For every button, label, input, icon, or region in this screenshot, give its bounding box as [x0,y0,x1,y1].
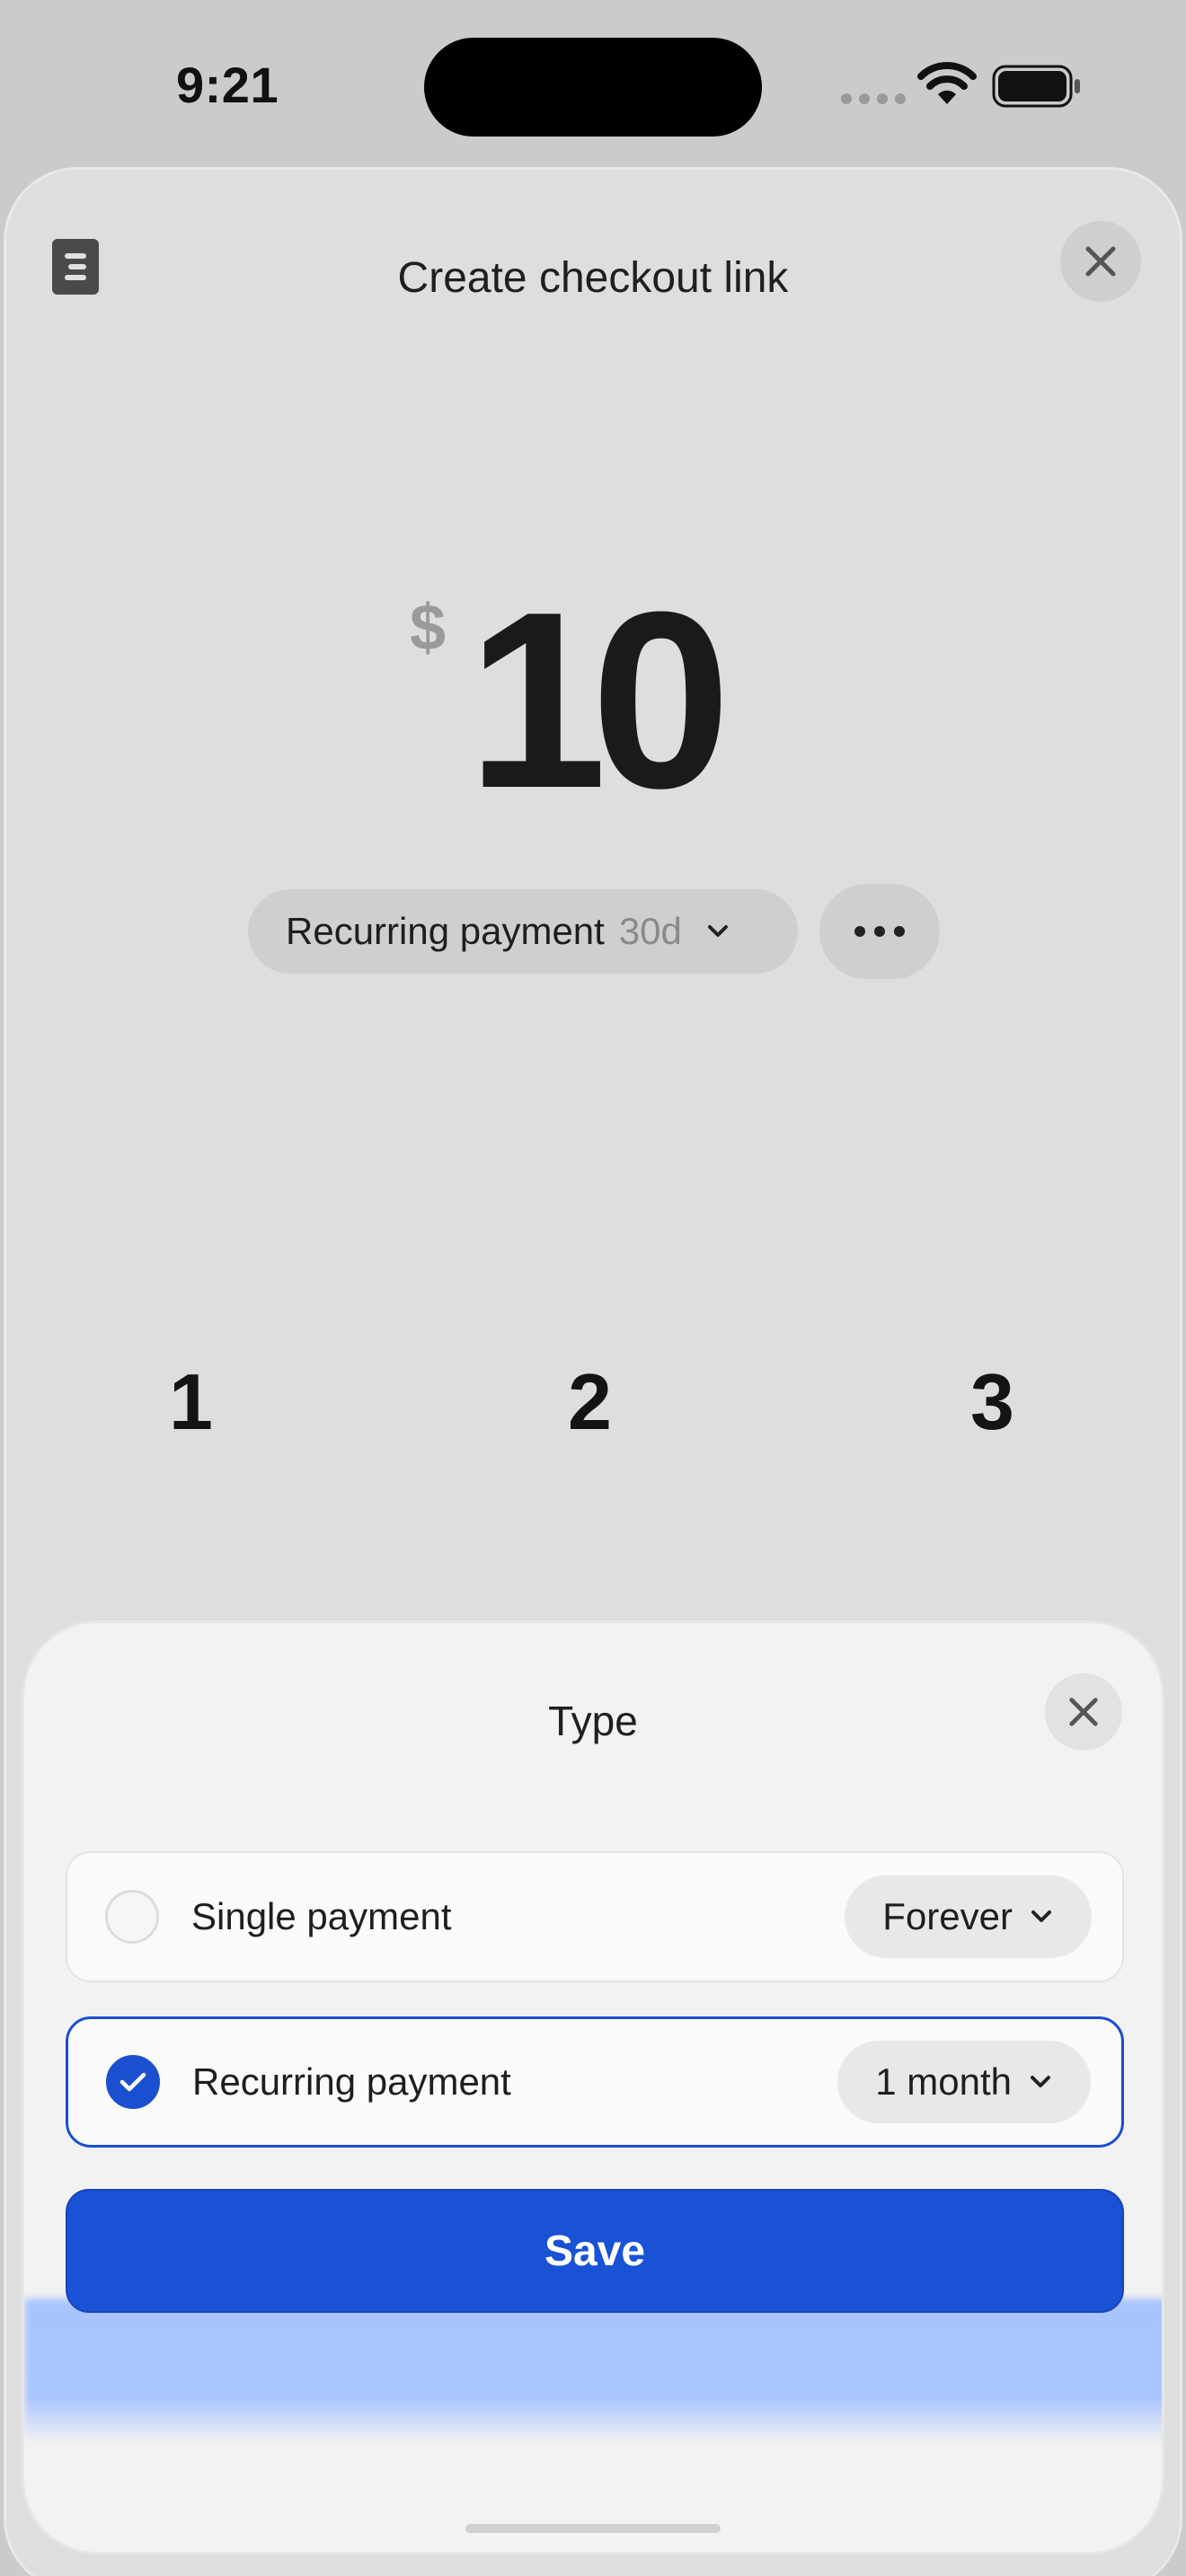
duration-value: 1 month [875,2060,1012,2103]
home-indicator[interactable] [465,2524,721,2533]
modal-close-button[interactable] [1045,1673,1122,1751]
page-title: Create checkout link [397,254,789,302]
more-options-button[interactable] [819,884,940,979]
keypad-key-3[interactable]: 3 [970,1356,1014,1448]
ellipsis-icon [854,926,865,937]
modal-title: Type [548,1698,638,1744]
amount-display: 10 [467,560,730,841]
dynamic-island [424,38,762,137]
option-recurring-payment[interactable]: Recurring payment 1 month [66,2016,1124,2148]
button-glow [24,2298,1162,2442]
radio-recurring-payment[interactable] [106,2055,160,2109]
status-time: 9:21 [176,57,279,113]
close-button[interactable] [1060,221,1141,302]
close-icon [1085,246,1116,277]
duration-selector-recurring[interactable]: 1 month [837,2041,1091,2123]
option-label: Single payment [191,1895,452,1937]
screen: 9:21 Create checkout link $ 10 Recurring… [0,0,1186,2576]
currency-symbol: $ [410,592,447,664]
close-icon [1069,1698,1098,1726]
chevron-down-icon [707,925,728,937]
keypad-key-1[interactable]: 1 [169,1356,213,1448]
radio-single-payment[interactable] [105,1890,159,1944]
payment-type-label: Recurring payment [286,910,605,952]
payment-type-selector[interactable]: Recurring payment 30d [248,889,798,974]
cellular-signal-icon [841,93,906,104]
duration-selector-single[interactable]: Forever [845,1875,1092,1958]
checkmark-icon [119,2072,146,2092]
wifi-icon [917,62,977,104]
chevron-down-icon [1031,1910,1051,1922]
keypad-key-2[interactable]: 2 [568,1356,612,1448]
battery-icon [992,65,1080,108]
option-single-payment[interactable]: Single payment Forever [66,1851,1124,1982]
type-modal: Type Single payment Forever Recurring pa… [22,1620,1164,2554]
option-label: Recurring payment [192,2060,511,2103]
payment-interval: 30d [618,910,682,952]
duration-value: Forever [882,1895,1013,1937]
chevron-down-icon [1031,2076,1050,2087]
save-button[interactable]: Save [66,2189,1124,2313]
